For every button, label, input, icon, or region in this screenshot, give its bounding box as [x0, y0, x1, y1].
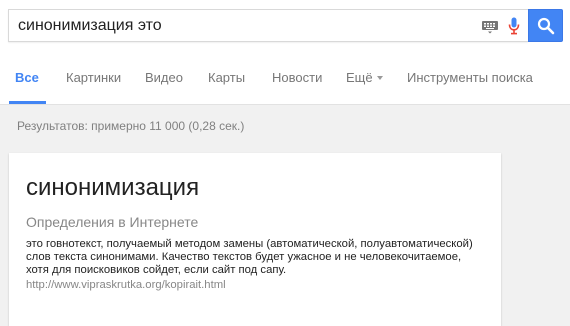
chevron-down-icon	[376, 75, 383, 80]
definition-text: это говнотекст, получаемый методом замен…	[26, 238, 473, 276]
top-bar: синонимизация это Все Картинки Видео Кар…	[0, 0, 570, 105]
microphone-icon[interactable]	[508, 17, 520, 35]
search-button[interactable]	[528, 9, 563, 42]
keyboard-icon[interactable]	[481, 18, 499, 34]
search-tabs: Все Картинки Видео Карты Новости Ещё Инс…	[0, 64, 570, 104]
definition-source-url[interactable]: http://www.vipraskrutka.org/kopirait.htm…	[26, 279, 226, 291]
tab-videos[interactable]: Видео	[145, 70, 183, 85]
tab-images[interactable]: Картинки	[66, 70, 121, 85]
tab-search-tools[interactable]: Инструменты поиска	[407, 70, 533, 85]
tab-more[interactable]: Ещё	[346, 70, 383, 85]
definition-source-heading: Определения в Интернете	[26, 214, 199, 230]
tab-all[interactable]: Все	[15, 70, 39, 85]
active-tab-indicator	[9, 101, 46, 104]
tab-maps[interactable]: Карты	[208, 70, 245, 85]
tab-news[interactable]: Новости	[272, 70, 322, 85]
definition-card: синонимизация Определения в Интернете эт…	[9, 153, 501, 326]
result-stats: Результатов: примерно 11 000 (0,28 сек.)	[17, 119, 245, 133]
definition-term: синонимизация	[26, 174, 200, 201]
search-box[interactable]: синонимизация это	[8, 9, 528, 42]
search-input[interactable]: синонимизация это	[18, 17, 162, 35]
tab-more-label: Ещё	[346, 70, 373, 85]
search-icon	[537, 17, 555, 35]
